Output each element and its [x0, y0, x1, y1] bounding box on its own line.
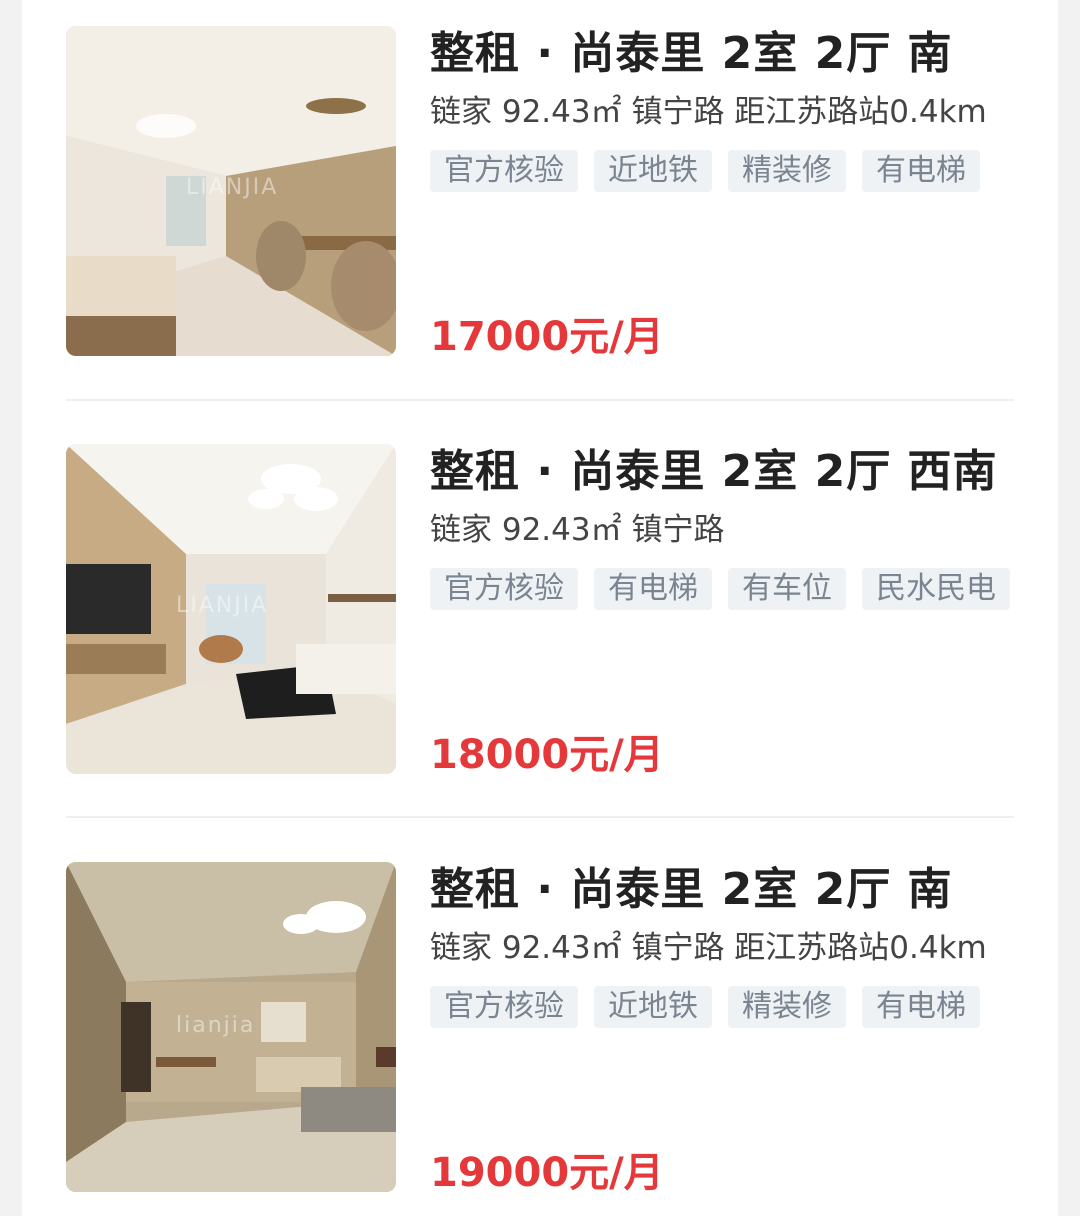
listing-price: 17000元/月: [430, 314, 664, 360]
tag: 有电梯: [862, 150, 980, 192]
listing-panel[interactable]: LIANJIA 整租 · 尚泰里 2室 2厅 南 链家 92.43㎡ 镇宁路 距…: [22, 0, 1058, 1216]
watermark: LIANJIA: [176, 593, 268, 618]
tag: 官方核验: [430, 150, 578, 192]
listing-title[interactable]: 整租 · 尚泰里 2室 2厅 西南: [430, 444, 998, 500]
tag: 有电梯: [594, 568, 712, 610]
listing-meta: 链家 92.43㎡ 镇宁路 距江苏路站0.4km: [430, 930, 987, 966]
left-gutter: [0, 0, 22, 1216]
listing-info: 整租 · 尚泰里 2室 2厅 西南 链家 92.43㎡ 镇宁路 官方核验 有电梯…: [430, 444, 1030, 778]
tag: 官方核验: [430, 986, 578, 1028]
listing-info: 整租 · 尚泰里 2室 2厅 南 链家 92.43㎡ 镇宁路 距江苏路站0.4k…: [430, 862, 1030, 1196]
tag: 近地铁: [594, 986, 712, 1028]
tag: 精装修: [728, 986, 846, 1028]
svg-text:LIANJIA: LIANJIA: [186, 175, 278, 200]
living-room-photo-icon: LIANJIA: [66, 26, 396, 356]
watermark: lianjia: [176, 1013, 255, 1038]
right-gutter: [1058, 0, 1080, 1216]
tag: 近地铁: [594, 150, 712, 192]
listing-card[interactable]: lianjia 整租 · 尚泰里 2室 2厅 南 链家 92.43㎡ 镇宁路 距…: [66, 862, 1014, 1196]
divider: [66, 816, 1014, 818]
listing-price: 19000元/月: [430, 1150, 664, 1196]
tag: 民水民电: [862, 568, 1010, 610]
listing-price: 18000元/月: [430, 732, 664, 778]
listing-screen: LIANJIA 整租 · 尚泰里 2室 2厅 南 链家 92.43㎡ 镇宁路 距…: [0, 0, 1080, 1216]
listing-info: 整租 · 尚泰里 2室 2厅 南 链家 92.43㎡ 镇宁路 距江苏路站0.4k…: [430, 26, 1030, 360]
listing-photo[interactable]: LIANJIA: [66, 26, 396, 356]
listing-title[interactable]: 整租 · 尚泰里 2室 2厅 南: [430, 862, 953, 918]
listing-tags: 官方核验 有电梯 有车位 民水民电: [430, 568, 1010, 610]
tag: 精装修: [728, 150, 846, 192]
listing-photo[interactable]: lianjia: [66, 862, 396, 1192]
tag: 官方核验: [430, 568, 578, 610]
listing-title[interactable]: 整租 · 尚泰里 2室 2厅 南: [430, 26, 953, 82]
tag: 有电梯: [862, 986, 980, 1028]
listing-tags: 官方核验 近地铁 精装修 有电梯: [430, 150, 980, 192]
tag: 有车位: [728, 568, 846, 610]
living-room-photo-icon: lianjia: [66, 862, 396, 1192]
divider: [66, 399, 1014, 401]
listing-tags: 官方核验 近地铁 精装修 有电梯: [430, 986, 980, 1028]
living-room-photo-icon: LIANJIA: [66, 444, 396, 774]
listing-meta: 链家 92.43㎡ 镇宁路: [430, 512, 725, 548]
listing-card[interactable]: LIANJIA 整租 · 尚泰里 2室 2厅 南 链家 92.43㎡ 镇宁路 距…: [66, 26, 1014, 360]
listing-card[interactable]: LIANJIA 整租 · 尚泰里 2室 2厅 西南 链家 92.43㎡ 镇宁路 …: [66, 444, 1014, 778]
listing-meta: 链家 92.43㎡ 镇宁路 距江苏路站0.4km: [430, 94, 987, 130]
listing-photo[interactable]: LIANJIA: [66, 444, 396, 774]
